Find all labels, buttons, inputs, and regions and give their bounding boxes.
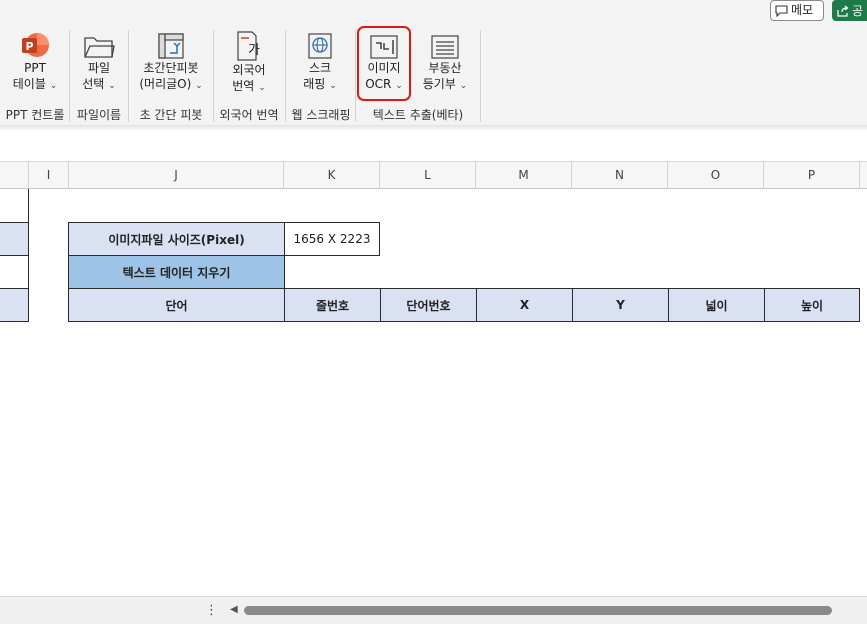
registry-label-1: 부동산 (428, 61, 462, 75)
translate-label-1: 외국어 (232, 63, 266, 77)
file-select-button[interactable]: 파일 선택 ⌄ (72, 24, 126, 94)
group-translate: 외국어 번역 (219, 108, 279, 122)
memo-label: 메모 (791, 3, 814, 17)
group-ppt-control: PPT 컨트롤 (5, 108, 65, 122)
ppt-table-button[interactable]: P PPT 테이블 ⌄ (6, 24, 64, 94)
comment-icon (775, 4, 788, 17)
column-header-j[interactable]: J (69, 162, 284, 189)
group-simple-pivot: 초 간단 피봇 (139, 108, 203, 122)
web-scraping-label-1: 스크 (308, 61, 332, 75)
web-scraping-button[interactable]: 스크 래핑 ⌄ (290, 24, 350, 94)
column-header-n[interactable]: N (572, 162, 668, 189)
column-header-prev[interactable] (0, 162, 29, 189)
column-header-next[interactable] (860, 162, 867, 189)
share-button[interactable]: 공 (832, 0, 867, 21)
simple-pivot-label-2: (머리글O) (139, 77, 192, 91)
header-word[interactable]: 단어 (68, 288, 285, 322)
chevron-down-icon: ⌄ (258, 83, 266, 93)
file-select-label-2: 선택 (82, 77, 105, 91)
cell-partial-header[interactable] (0, 222, 29, 256)
chevron-down-icon: ⌄ (395, 81, 403, 91)
chevron-down-icon: ⌄ (49, 81, 58, 91)
more-options-icon[interactable]: ⋮ (205, 603, 218, 618)
memo-button[interactable]: 메모 (770, 0, 824, 21)
column-header-o[interactable]: O (668, 162, 764, 189)
registry-label-2: 등기부 (422, 77, 456, 91)
translate-glyph: 가 (248, 43, 260, 58)
header-line-number[interactable]: 줄번호 (284, 288, 381, 322)
separator (480, 30, 481, 122)
translate-icon: 가 (237, 31, 260, 61)
image-ocr-label-2: OCR (365, 77, 392, 91)
header-y[interactable]: Y (572, 288, 669, 322)
image-size-label-cell[interactable]: 이미지파일 사이즈(Pixel) (68, 222, 285, 256)
header-width[interactable]: 넓이 (668, 288, 765, 322)
title-strip (0, 0, 867, 24)
column-header-l[interactable]: L (380, 162, 476, 189)
real-estate-registry-button[interactable]: 부동산 등기부 ⌄ (416, 24, 474, 94)
pivot-table-icon (158, 33, 184, 59)
separator (128, 30, 129, 122)
powerpoint-icon: P (22, 33, 49, 57)
scroll-left-icon[interactable]: ◀ (230, 604, 238, 615)
chevron-down-icon: ⌄ (459, 81, 468, 91)
column-header-p[interactable]: P (764, 162, 860, 189)
document-lines-icon (431, 35, 459, 59)
group-file-name: 파일이름 (76, 108, 122, 122)
ribbon: P PPT 테이블 ⌄ PPT 컨트롤 파일 선택 ⌄ 파일이름 초간단피봇 (… (0, 24, 867, 126)
column-header-m[interactable]: M (476, 162, 572, 189)
simple-pivot-label-1: 초간단피봇 (143, 61, 199, 75)
share-label: 공 (852, 4, 864, 18)
separator (69, 30, 70, 122)
group-web-scraping: 웹 스크래핑 (291, 108, 351, 122)
header-x[interactable]: X (476, 288, 573, 322)
share-icon (837, 5, 849, 17)
column-header-i[interactable]: I (29, 162, 69, 189)
chevron-down-icon: ⌄ (329, 81, 337, 91)
column-header-k[interactable]: K (284, 162, 380, 189)
chevron-down-icon: ⌄ (195, 81, 203, 91)
file-select-label-1: 파일 (87, 61, 111, 75)
svg-text:P: P (25, 40, 33, 53)
web-page-globe-icon (308, 33, 332, 59)
image-size-value-cell[interactable]: 1656 X 2223 (284, 222, 380, 256)
folder-icon (84, 37, 115, 58)
ppt-table-label-2: 테이블 (12, 77, 46, 91)
image-ocr-label-1: 이미지 (367, 61, 401, 75)
ppt-table-label-1: PPT (24, 61, 46, 75)
simple-pivot-button[interactable]: 초간단피봇 (머리글O) ⌄ (132, 24, 210, 94)
chevron-down-icon: ⌄ (108, 81, 116, 91)
header-word-number[interactable]: 단어번호 (380, 288, 477, 322)
translate-button[interactable]: 가 외국어 번역 ⌄ (218, 24, 280, 94)
image-ocr-icon (370, 35, 398, 59)
header-height[interactable]: 높이 (764, 288, 860, 322)
image-ocr-button[interactable]: 이미지 OCR ⌄ (359, 24, 409, 94)
web-scraping-label-2: 래핑 (303, 77, 326, 91)
worksheet-grid[interactable]: 이미지파일 사이즈(Pixel) 1656 X 2223 텍스트 데이터 지우기… (0, 189, 867, 596)
clear-text-data-button[interactable]: 텍스트 데이터 지우기 (68, 255, 285, 289)
horizontal-scrollbar-thumb[interactable] (244, 606, 832, 615)
cell-partial-header[interactable] (0, 288, 29, 322)
formula-bar[interactable] (0, 131, 867, 162)
group-text-extraction: 텍스트 추출(베타) (372, 108, 464, 122)
separator (355, 30, 356, 122)
translate-label-2: 번역 (232, 79, 255, 93)
